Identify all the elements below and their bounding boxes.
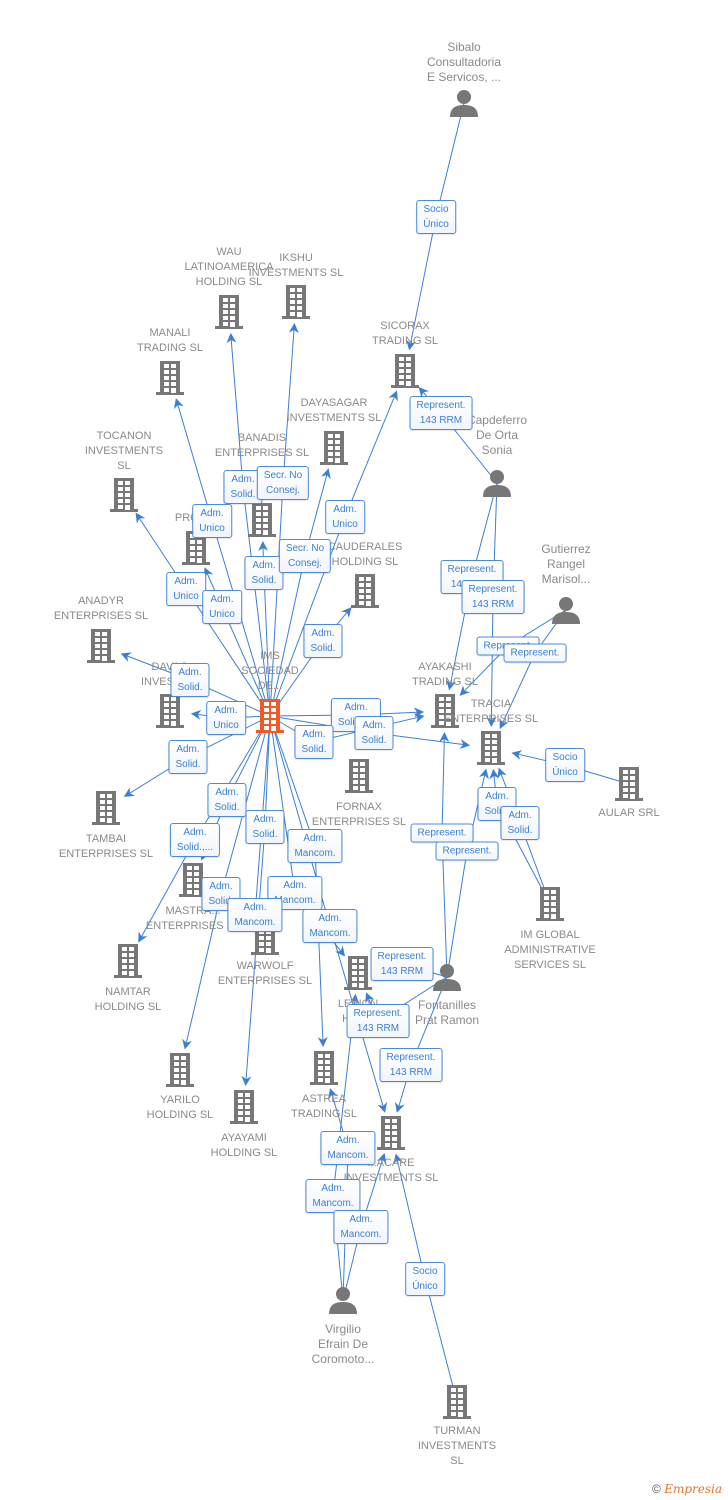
footer: © Empresia <box>652 1482 722 1496</box>
node-label-yarilo[interactable]: YARILO HOLDING SL <box>115 1093 245 1123</box>
person-icon[interactable] <box>449 88 479 123</box>
person-icon[interactable] <box>551 595 581 630</box>
building-icon[interactable] <box>281 284 311 325</box>
edge-label: Adm. Solid. <box>500 806 540 840</box>
edge-label: Adm. Mancom. <box>287 829 343 863</box>
edge-label: Adm. Solid. <box>170 663 210 697</box>
copyright-symbol: © <box>652 1482 661 1496</box>
node-label-aular[interactable]: AULAR SRL <box>564 806 694 821</box>
edge-label: Socio Único <box>405 1262 445 1296</box>
building-icon[interactable] <box>614 766 644 807</box>
building-icon[interactable] <box>476 730 506 771</box>
edge-label: Adm. Solid. <box>303 624 343 658</box>
edge-label: Adm. Solid. <box>207 783 247 817</box>
building-icon[interactable] <box>155 360 185 401</box>
node-label-manali[interactable]: MANALI TRADING SL <box>105 326 235 356</box>
node-label-sibalo[interactable]: Sibalo Consultadoria E Servicos, ... <box>399 40 529 85</box>
building-icon[interactable] <box>155 693 185 734</box>
building-icon[interactable] <box>165 1052 195 1093</box>
node-label-sicorax[interactable]: SICORAX TRADING SL <box>340 319 470 349</box>
edge-label: Represent. 143 RRM <box>370 947 434 981</box>
building-icon[interactable] <box>309 1050 339 1091</box>
building-icon[interactable] <box>343 955 373 996</box>
edge-label: Adm. Unico <box>192 504 232 538</box>
edge-label: Socio Único <box>416 200 456 234</box>
building-icon[interactable] <box>344 758 374 799</box>
node-label-astrea[interactable]: ASTREA TRADING SL <box>259 1092 389 1122</box>
node-label-ayakashi[interactable]: AYAKASHI TRADING SL <box>380 660 510 690</box>
node-label-banadis[interactable]: BANADIS ENTERPRISES SL <box>197 431 327 461</box>
node-label-namtar[interactable]: NAMTAR HOLDING SL <box>63 985 193 1015</box>
building-icon[interactable] <box>255 698 285 739</box>
person-icon[interactable] <box>432 962 462 997</box>
edge-label: Adm. Mancom. <box>305 1179 361 1213</box>
edge-label: Adm. Solid. <box>168 740 208 774</box>
building-icon[interactable] <box>390 353 420 394</box>
edge-label: Socio Único <box>545 748 585 782</box>
building-icon[interactable] <box>376 1115 406 1156</box>
edge-label: Adm. Solid.,... <box>169 823 221 857</box>
node-label-imglobal[interactable]: IM GLOBAL ADMINISTRATIVE SERVICES SL <box>485 928 615 973</box>
edge-label: Secr. No Consej. <box>278 539 332 573</box>
node-label-fornax[interactable]: FORNAX ENTERPRISES SL <box>294 800 424 830</box>
edge-label: Adm. Solid. <box>354 716 394 750</box>
building-icon[interactable] <box>229 1089 259 1130</box>
edge-label: Represent. <box>435 841 499 861</box>
network-diagram: © Empresia Sibalo Consultadoria E Servic… <box>0 0 728 1500</box>
person-icon[interactable] <box>328 1285 358 1320</box>
node-label-tracia[interactable]: TRACIA ENTERPRISES SL <box>426 697 556 727</box>
edge-label: Represent. 143 RRM <box>461 580 525 614</box>
node-label-ikshu[interactable]: IKSHU INVESTMENTS SL <box>231 251 361 281</box>
building-icon[interactable] <box>442 1384 472 1425</box>
edge-label: Adm. Mancom. <box>227 898 283 932</box>
node-label-tocanon[interactable]: TOCANON INVESTMENTS SL <box>59 429 189 474</box>
edge-label: Adm. Solid. <box>294 725 334 759</box>
building-icon[interactable] <box>350 573 380 614</box>
edge-label: Secr. No Consej. <box>256 466 310 500</box>
edge-label: Adm. Unico <box>202 590 242 624</box>
node-label-warwolf[interactable]: WARWOLF ENTERPRISES SL <box>200 959 330 989</box>
edge-label: Adm. Unico <box>166 572 206 606</box>
node-label-tambai[interactable]: TAMBAI ENTERPRISES SL <box>41 832 171 862</box>
edge-label: Represent. <box>410 823 474 843</box>
edges-layer <box>120 102 630 1403</box>
empresia-logo[interactable]: Empresia <box>664 1482 722 1496</box>
edge-label: Adm. Solid. <box>244 556 284 590</box>
edge-label: Represent. 143 RRM <box>346 1004 410 1038</box>
person-icon[interactable] <box>482 468 512 503</box>
edge-label: Adm. Solid. <box>245 810 285 844</box>
building-icon[interactable] <box>91 790 121 831</box>
node-label-ayayami[interactable]: AYAYAMI HOLDING SL <box>179 1131 309 1161</box>
edge-label: Adm. Unico <box>206 701 246 735</box>
edge-label: Adm. Mancom. <box>320 1131 376 1165</box>
edge-label: Represent. 143 RRM <box>409 396 473 430</box>
node-label-turman[interactable]: TURMAN INVESTMENTS SL <box>392 1424 522 1469</box>
edge-label: Adm. Mancom. <box>333 1210 389 1244</box>
edge-label: Adm. Unico <box>325 500 365 534</box>
edge-label: Represent. <box>503 643 567 663</box>
node-label-virgilio[interactable]: Virgilio Efrain De Coromoto... <box>278 1322 408 1367</box>
edge-label: Represent. 143 RRM <box>379 1048 443 1082</box>
building-icon[interactable] <box>113 943 143 984</box>
node-label-dayasagar[interactable]: DAYASAGAR INVESTMENTS SL <box>269 396 399 426</box>
node-label-anadyr[interactable]: ANADYR ENTERPRISES SL <box>36 594 166 624</box>
edge-label: Adm. Mancom. <box>302 909 358 943</box>
building-icon[interactable] <box>535 886 565 927</box>
